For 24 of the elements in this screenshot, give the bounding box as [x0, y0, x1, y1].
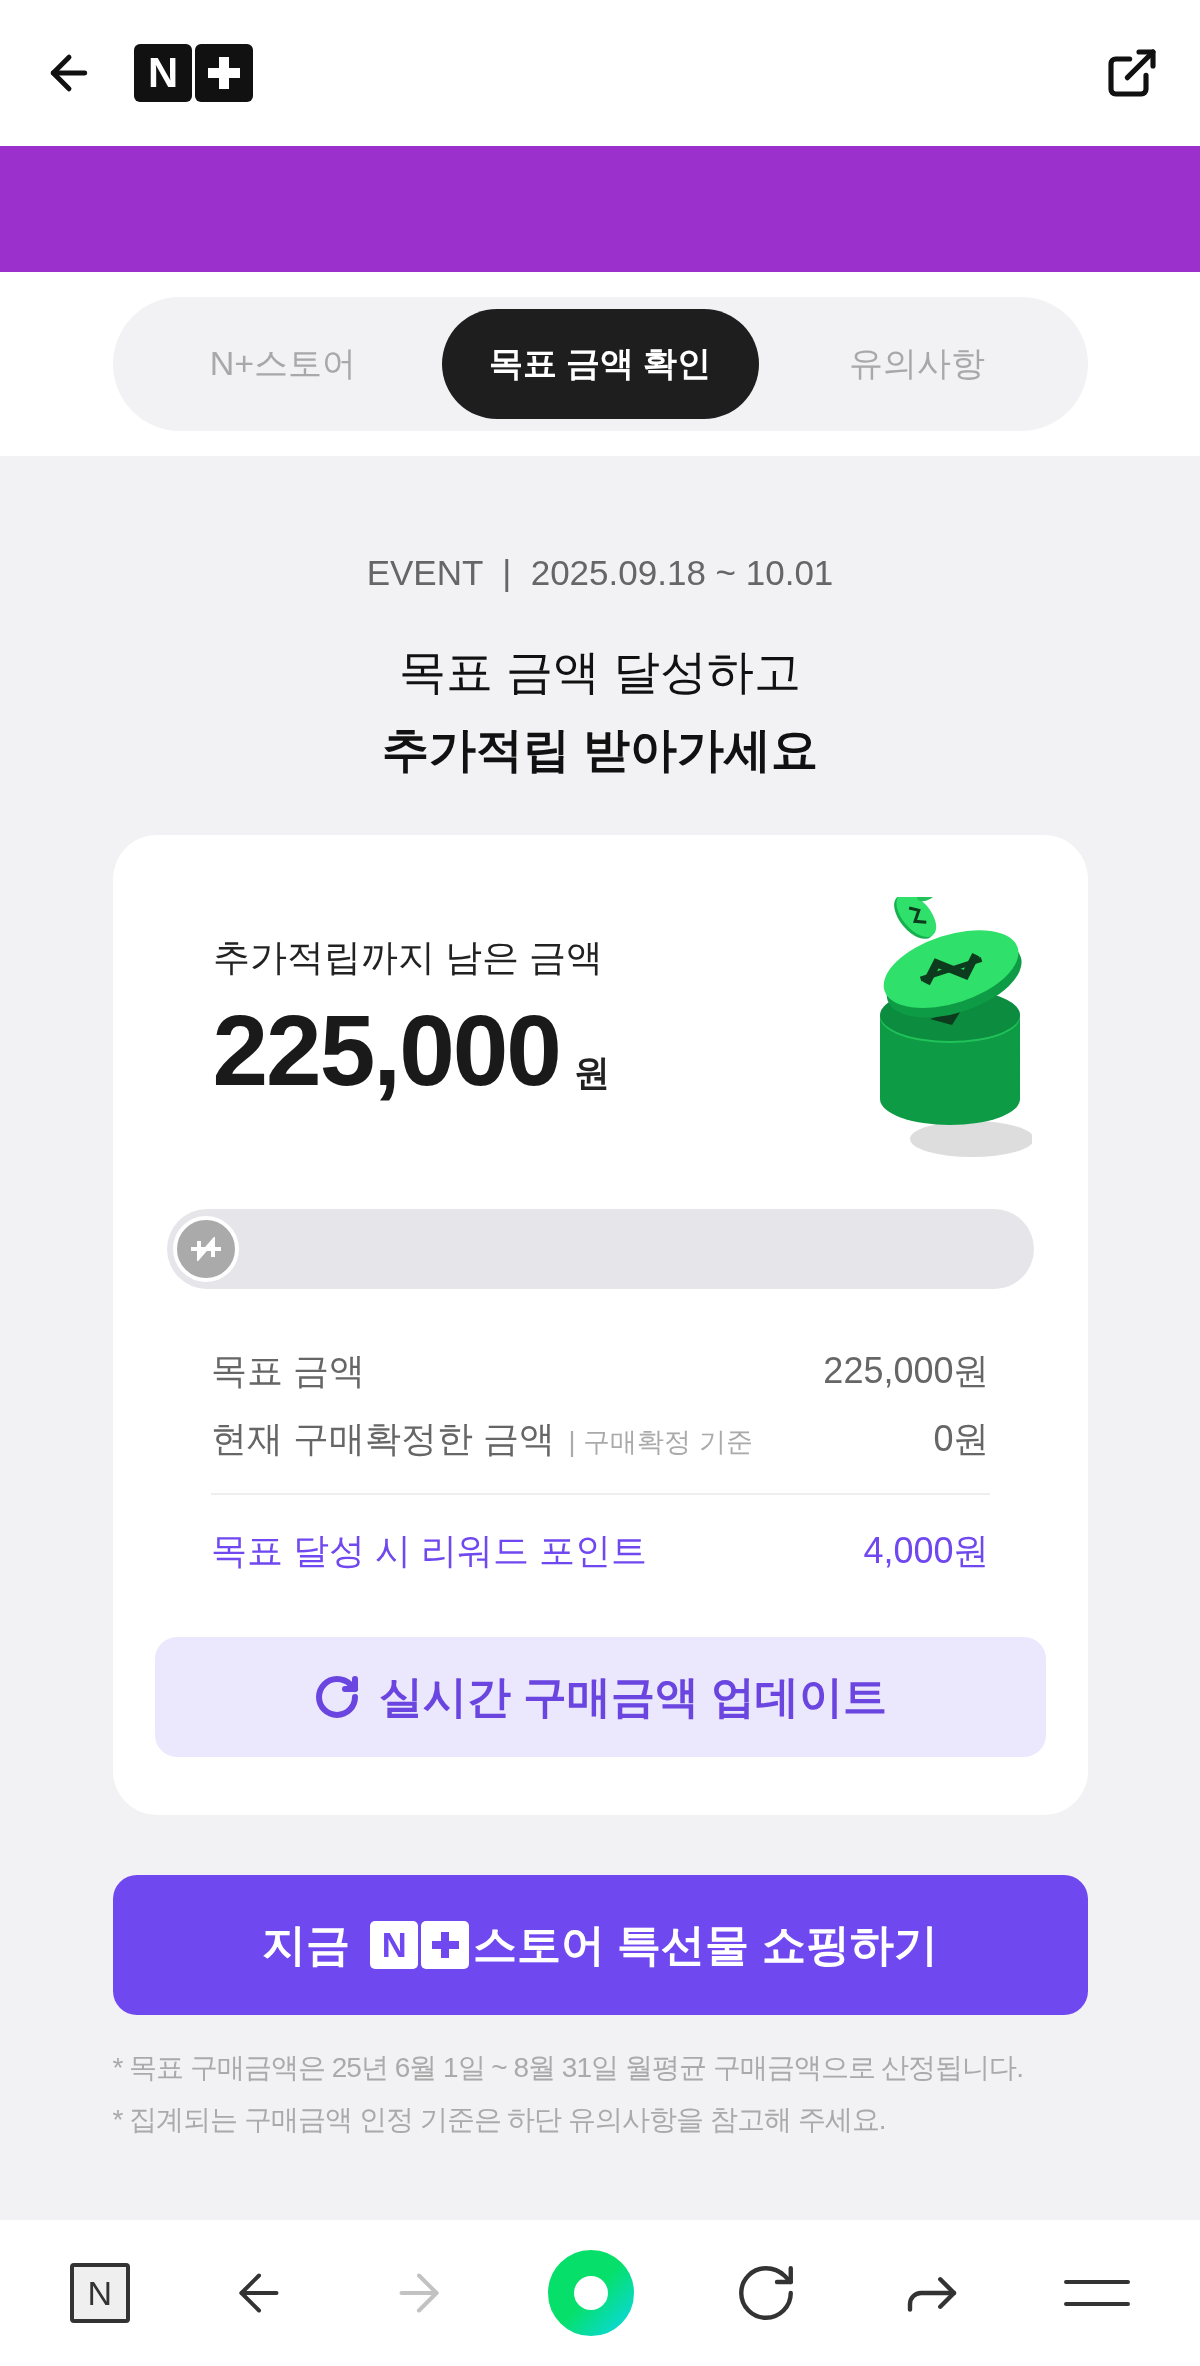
- row-note: | 구매확정 기준: [568, 1425, 753, 1459]
- menu-button[interactable]: [1064, 2278, 1131, 2308]
- headline: 목표 금액 달성하고: [398, 644, 802, 700]
- plus-logo-icon: [421, 1921, 470, 1969]
- remaining-amount: 225,000: [212, 993, 560, 1108]
- event-period: EVENT | 2025.09.18 ~ 10.01: [366, 553, 834, 593]
- row-value: 0원: [933, 1416, 990, 1461]
- row-label: 목표 금액: [210, 1348, 365, 1393]
- row-label: 목표 달성 시 리워드 포인트: [210, 1528, 647, 1573]
- row-value: 225,000원: [823, 1348, 990, 1393]
- remaining-label: 추가적립까지 남은 금액: [212, 936, 605, 980]
- row-label: 현재 구매확정한 금액: [210, 1416, 555, 1461]
- row-value: 4,000원: [863, 1528, 990, 1573]
- plus-logo-icon: [195, 44, 253, 102]
- footnote: * 목표 구매금액은 25년 6월 1일 ~ 8월 31일 월평균 구매금액으로 산정됩니다.: [112, 2051, 1025, 2085]
- home-button[interactable]: N: [69, 2263, 130, 2323]
- n-logo: N: [134, 44, 192, 102]
- tab[interactable]: 목표 금액 확인: [441, 309, 759, 419]
- headline: 추가적립 받아가세요: [381, 722, 819, 778]
- shop-button[interactable]: 지금 N 스토어 특선물 쇼핑하기: [112, 1875, 1088, 2015]
- n-logo: N: [370, 1921, 419, 1969]
- footnote: * 집계되는 구매금액 인정 기준은 하단 유의사항을 참고해 주세요.: [112, 2103, 887, 2137]
- currency-unit: 원: [574, 1051, 610, 1095]
- update-button[interactable]: 실시간 구매금액 업데이트: [154, 1637, 1046, 1757]
